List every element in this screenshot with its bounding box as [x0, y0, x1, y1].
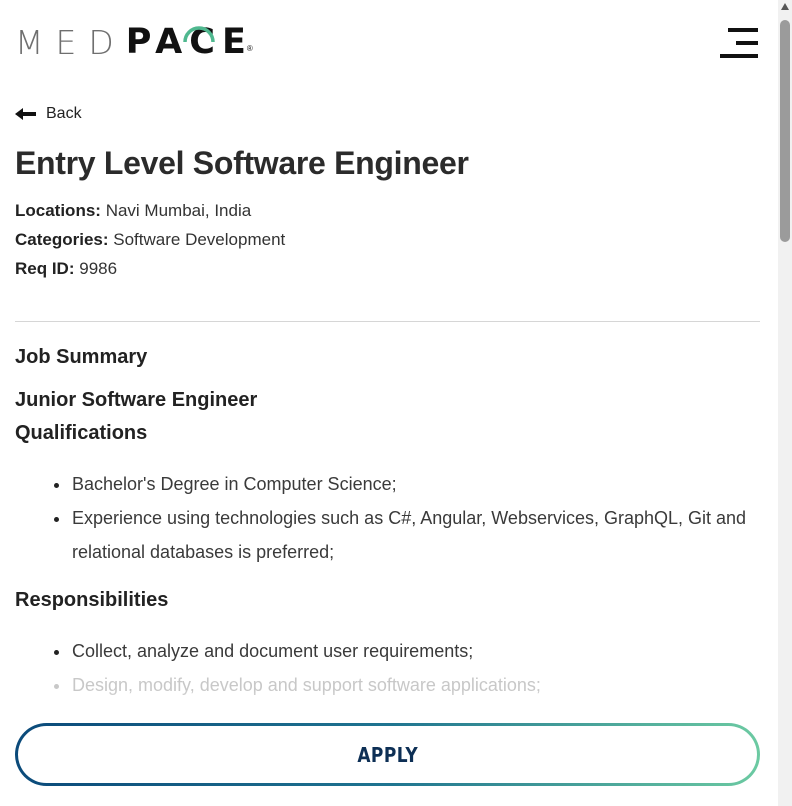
reqid-row: Req ID: 9986 — [15, 254, 760, 283]
categories-row: Categories: Software Development — [15, 225, 760, 254]
qualifications-heading: Qualifications — [15, 422, 148, 444]
medpace-logo[interactable]: MED PACE ® — [15, 22, 259, 62]
back-label: Back — [46, 105, 82, 122]
categories-value: Software Development — [113, 230, 286, 249]
job-summary-heading: Job Summary — [15, 346, 148, 368]
back-link[interactable]: Back — [15, 105, 760, 123]
job-meta: Locations: Navi Mumbai, India Categories… — [15, 196, 760, 283]
hamburger-menu-icon[interactable] — [720, 26, 760, 60]
categories-label: Categories: — [15, 230, 109, 249]
list-item: Collect, analyze and document user requi… — [71, 634, 760, 668]
list-item: Bachelor's Degree in Computer Science; — [71, 467, 760, 501]
reqid-label: Req ID: — [15, 259, 75, 278]
responsibilities-heading: Responsibilities — [15, 589, 169, 611]
logo-med-text: MED — [15, 22, 126, 62]
apply-label: APPLY — [357, 742, 418, 767]
job-detail: Back Entry Level Software Engineer Locat… — [15, 105, 760, 702]
locations-value: Navi Mumbai, India — [105, 201, 252, 220]
registered-mark: ® — [246, 43, 253, 53]
role-heading: Junior Software Engineer — [15, 389, 258, 411]
site-header: MED PACE ® — [0, 0, 778, 90]
locations-label: Locations: — [15, 201, 101, 220]
content-fade-overlay — [0, 690, 778, 720]
apply-button-inner: APPLY — [18, 726, 757, 783]
divider — [15, 321, 760, 322]
qualifications-list: Bachelor's Degree in Computer Science; E… — [15, 467, 760, 569]
scrollbar-thumb[interactable] — [780, 20, 790, 242]
arrow-left-icon — [15, 108, 36, 120]
reqid-value: 9986 — [79, 259, 118, 278]
page-scrollbar[interactable] — [778, 0, 792, 806]
job-title: Entry Level Software Engineer — [15, 145, 469, 181]
scroll-up-icon[interactable] — [781, 3, 789, 10]
locations-row: Locations: Navi Mumbai, India — [15, 196, 760, 225]
logo-arc-icon — [183, 26, 215, 43]
apply-button[interactable]: APPLY — [15, 723, 760, 786]
list-item: Experience using technologies such as C#… — [71, 501, 760, 569]
